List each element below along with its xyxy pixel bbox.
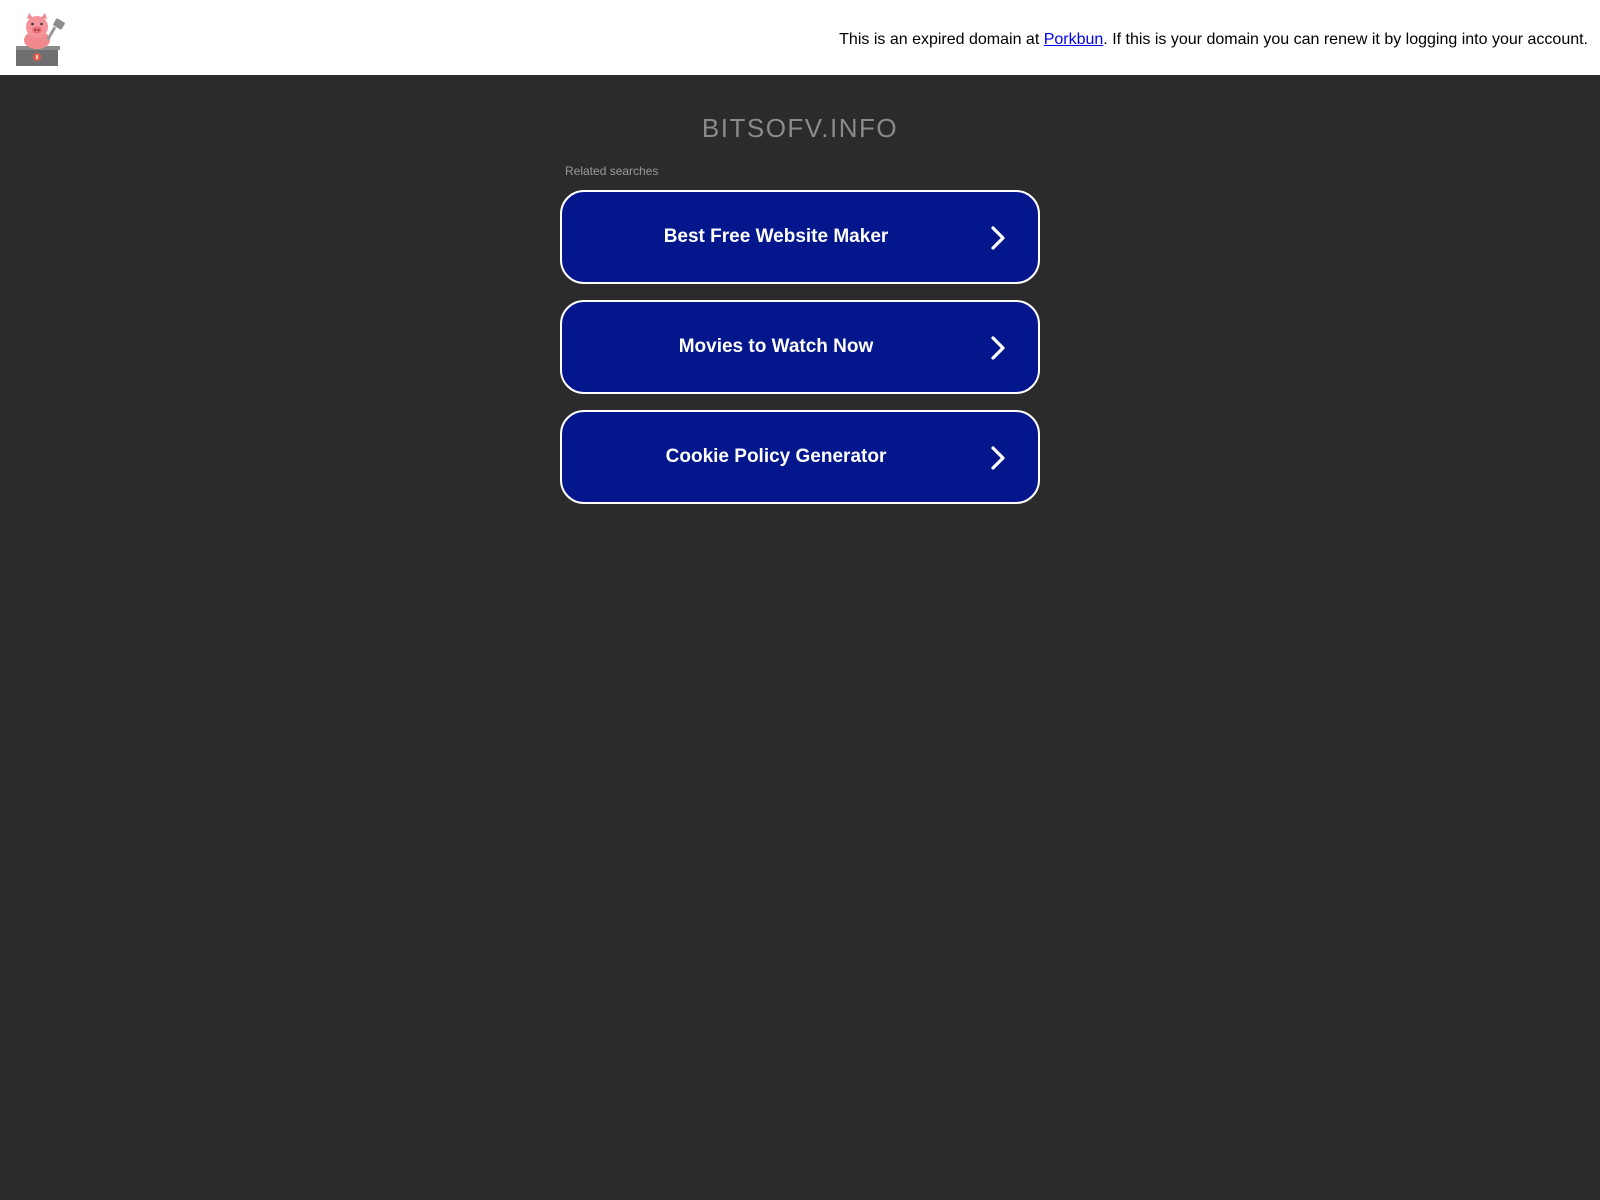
search-button-cookie-policy-generator[interactable]: Cookie Policy Generator <box>560 410 1040 504</box>
top-banner: This is an expired domain at Porkbun. If… <box>0 0 1600 75</box>
search-button-best-free-website-maker[interactable]: Best Free Website Maker <box>560 190 1040 284</box>
search-button-label: Cookie Policy Generator <box>665 446 887 467</box>
chevron-right-icon <box>991 226 1005 250</box>
search-button-label: Movies to Watch Now <box>678 336 874 357</box>
notice-suffix-text: . If this is your domain you can renew i… <box>1103 31 1588 48</box>
search-button-label: Best Free Website Maker <box>663 226 889 247</box>
expired-domain-notice: This is an expired domain at Porkbun. If… <box>839 30 1588 50</box>
chevron-right-icon <box>991 446 1005 470</box>
related-searches-label: Related searches <box>565 164 659 178</box>
related-searches-list: Best Free Website Maker Movies to Watch … <box>560 190 1040 520</box>
porkbun-pig-logo-icon <box>16 13 65 66</box>
chevron-right-icon <box>991 336 1005 360</box>
notice-prefix-text: This is an expired domain at <box>839 31 1044 48</box>
domain-title: BITSOFV.INFO <box>701 113 899 143</box>
search-button-movies-to-watch-now[interactable]: Movies to Watch Now <box>560 300 1040 394</box>
porkbun-link[interactable]: Porkbun <box>1044 31 1104 48</box>
